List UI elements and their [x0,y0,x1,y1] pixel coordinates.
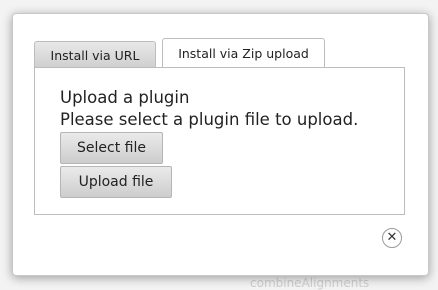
tab-install-via-url[interactable]: Install via URL [34,41,156,68]
select-file-button[interactable]: Select file [60,132,163,164]
panel-title: Upload a plugin [60,88,190,107]
zip-upload-panel: Upload a plugin Please select a plugin f… [34,67,405,215]
close-icon: ✕ [386,230,398,245]
background-text: combineAlignments [250,276,370,290]
upload-file-button[interactable]: Upload file [60,166,172,198]
panel-instructions: Please select a plugin file to upload. [60,110,359,129]
close-button[interactable]: ✕ [382,228,402,248]
tab-install-via-zip-upload[interactable]: Install via Zip upload [162,38,325,69]
